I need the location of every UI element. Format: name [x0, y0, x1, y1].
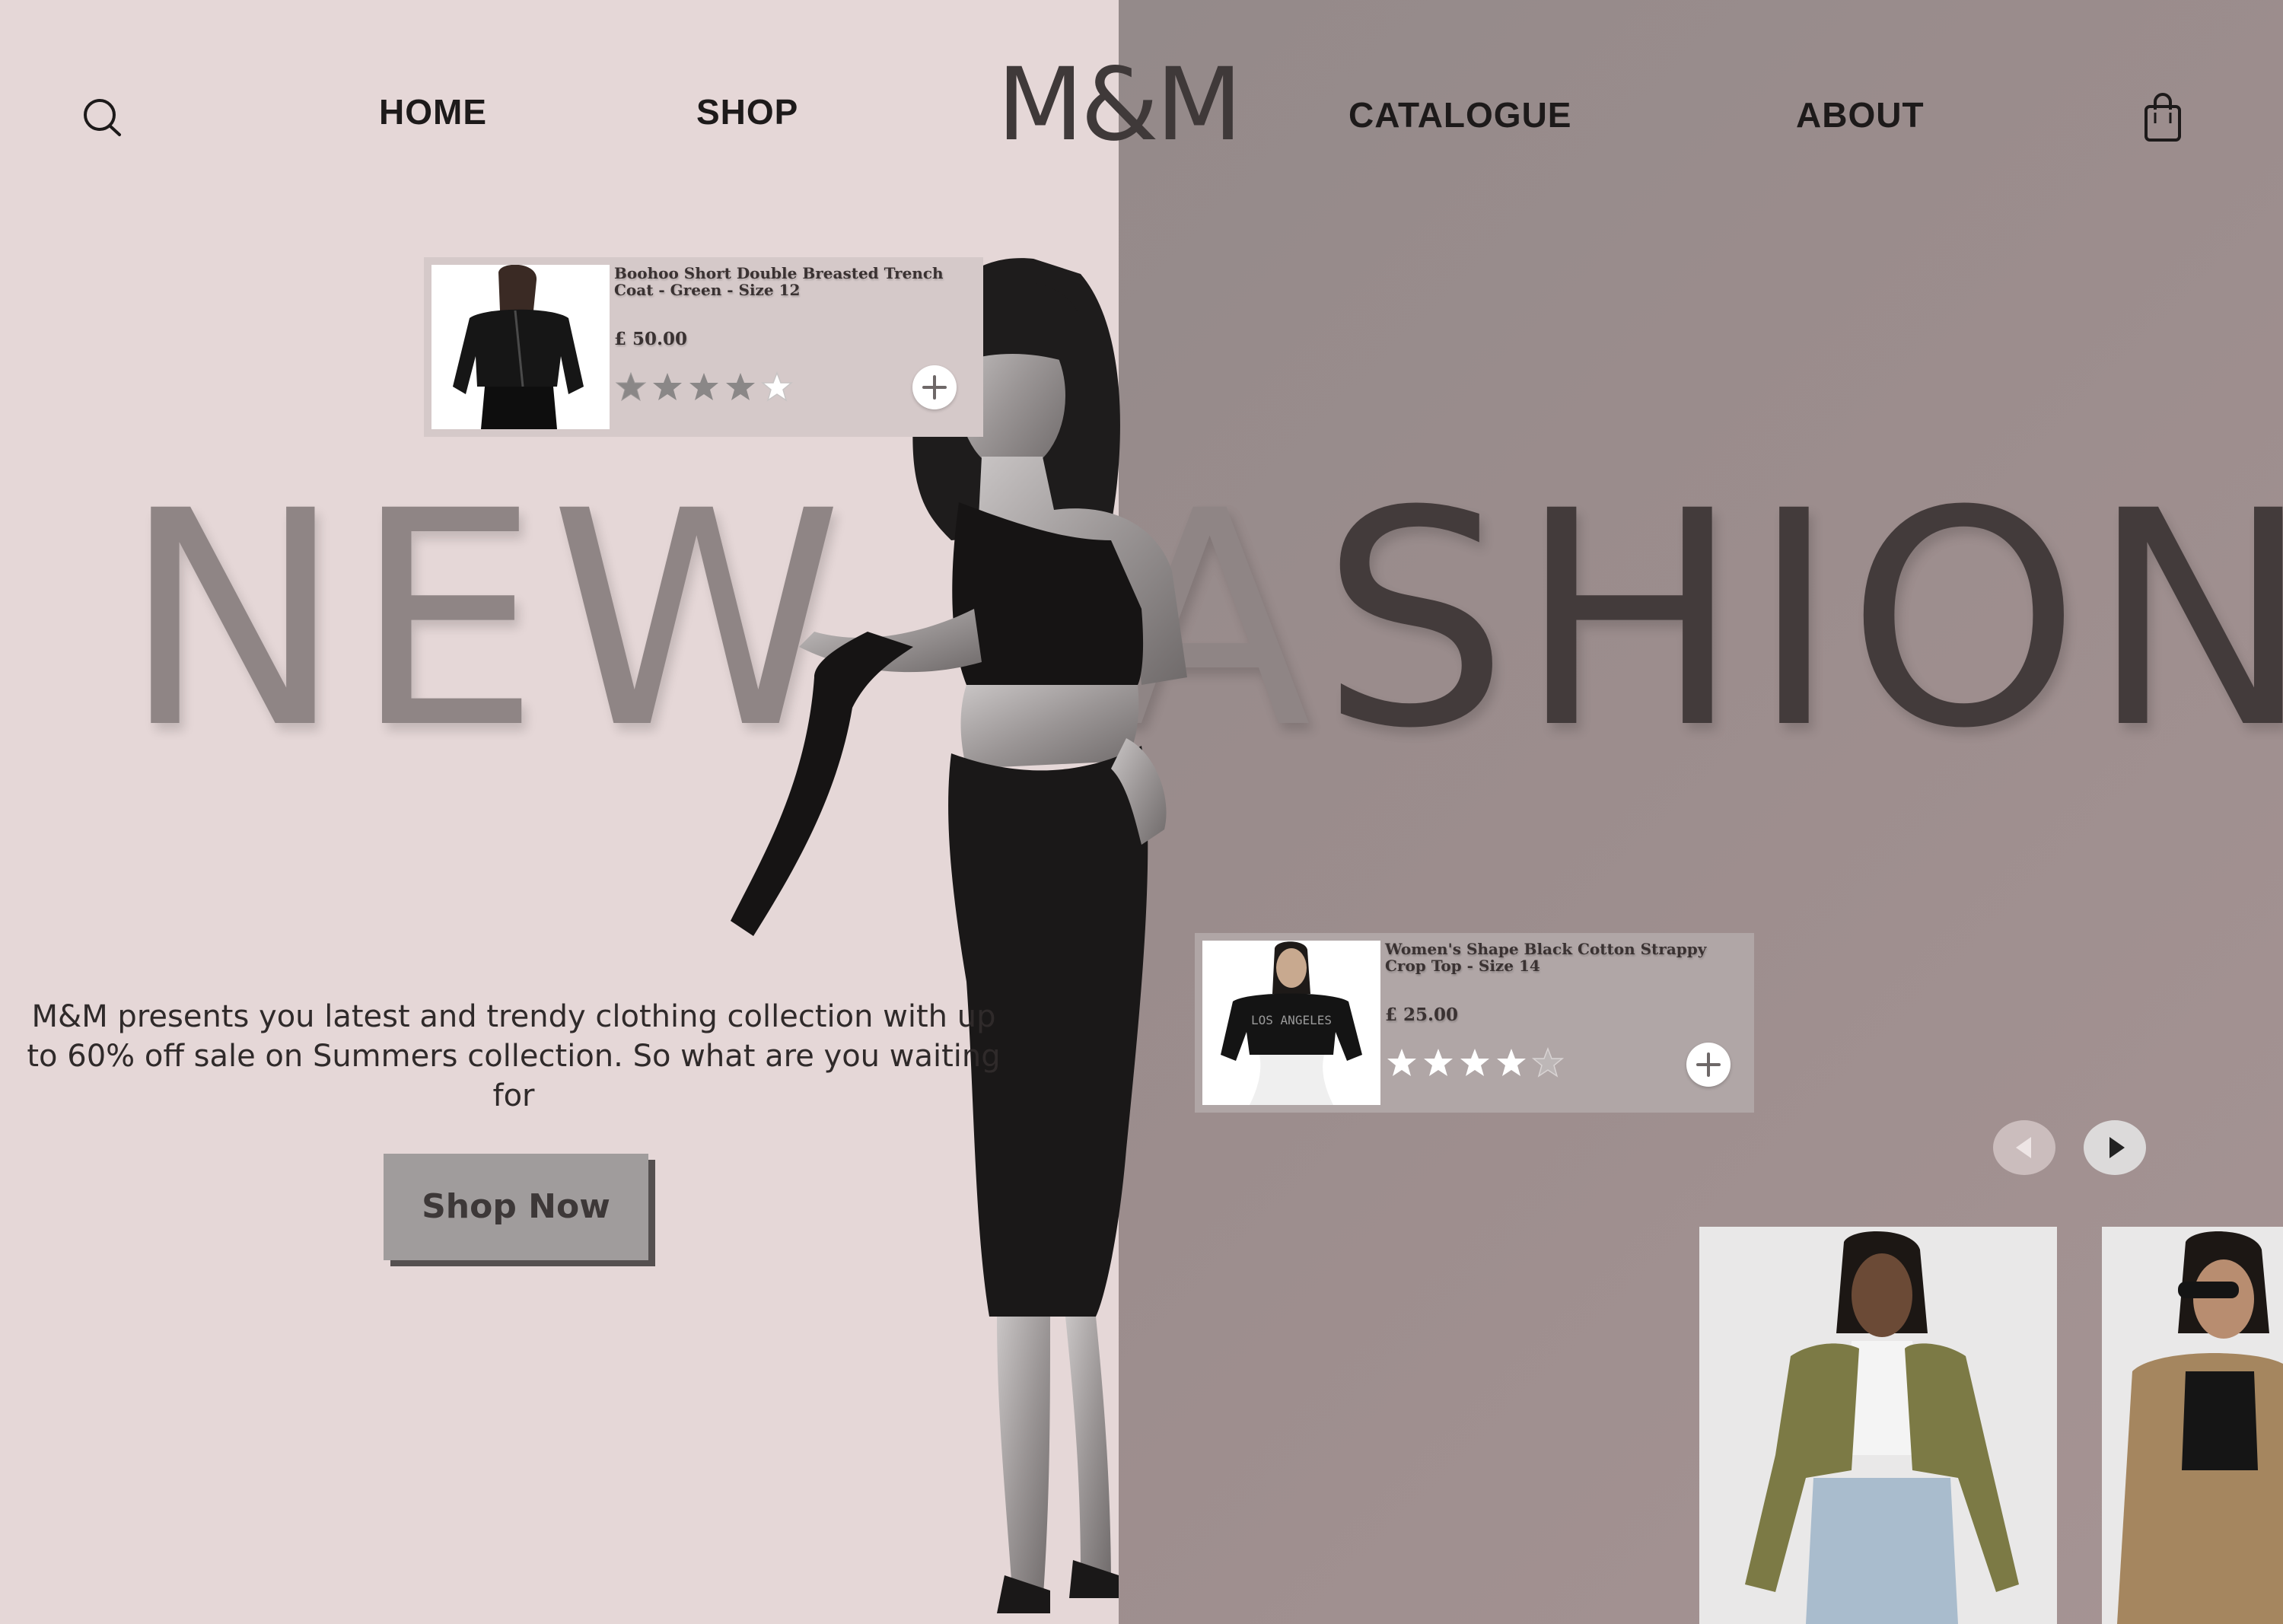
product-tile[interactable] [1699, 1227, 2057, 1624]
shopping-bag-icon[interactable] [2142, 93, 2183, 143]
star-icon [726, 373, 755, 400]
product-tile-image [2102, 1227, 2283, 1624]
shop-now-button[interactable]: Shop Now [384, 1154, 648, 1260]
brand-logo[interactable]: M&M [997, 55, 1243, 155]
product-card[interactable]: LOS ANGELES Women's Shape Black Cotton S… [1195, 933, 1754, 1113]
product-tile-image [1699, 1227, 2057, 1624]
product-price: £ 25.00 [1385, 1005, 1459, 1025]
carousel-prev-button[interactable] [1993, 1120, 2055, 1175]
product-thumbnail[interactable] [431, 265, 610, 429]
star-icon [1424, 1049, 1453, 1076]
star-icon [689, 373, 718, 400]
nav-about-link[interactable]: ABOUT [1796, 94, 1925, 135]
product-title[interactable]: Women's Shape Black Cotton Strappy Crop … [1385, 941, 1735, 974]
product-rating [614, 371, 797, 402]
carousel-next-button[interactable] [2084, 1120, 2146, 1175]
add-to-cart-button[interactable] [912, 365, 957, 409]
arrow-left-icon [2016, 1137, 2031, 1158]
top-navigation: HOME SHOP M&M CATALOGUE ABOUT [0, 0, 2283, 198]
svg-text:LOS ANGELES: LOS ANGELES [1251, 1013, 1332, 1027]
star-outline-icon [1531, 1047, 1565, 1078]
product-thumbnail[interactable]: LOS ANGELES [1202, 941, 1380, 1105]
star-icon [1460, 1049, 1489, 1076]
star-icon [653, 373, 682, 400]
plus-icon [922, 375, 947, 400]
plus-icon [1696, 1052, 1721, 1077]
nav-shop-link[interactable]: SHOP [696, 91, 798, 132]
nav-catalogue-link[interactable]: CATALOGUE [1348, 94, 1572, 135]
hero-description: M&M presents you latest and trendy cloth… [27, 999, 1001, 1113]
star-icon [615, 371, 647, 402]
product-tile[interactable] [2102, 1227, 2283, 1624]
star-outline-icon [760, 371, 794, 402]
product-card[interactable]: Boohoo Short Double Breasted Trench Coat… [424, 257, 983, 437]
add-to-cart-button[interactable] [1686, 1043, 1731, 1087]
arrow-right-icon [2109, 1137, 2125, 1158]
hero-title-dark: SHION [1320, 447, 2283, 793]
star-icon [1497, 1049, 1526, 1076]
nav-home-link[interactable]: HOME [379, 91, 487, 132]
search-icon[interactable] [80, 95, 126, 141]
star-icon [1387, 1049, 1416, 1076]
product-price: £ 50.00 [614, 329, 688, 349]
product-rating [1385, 1047, 1568, 1078]
product-title[interactable]: Boohoo Short Double Breasted Trench Coat… [614, 265, 964, 298]
